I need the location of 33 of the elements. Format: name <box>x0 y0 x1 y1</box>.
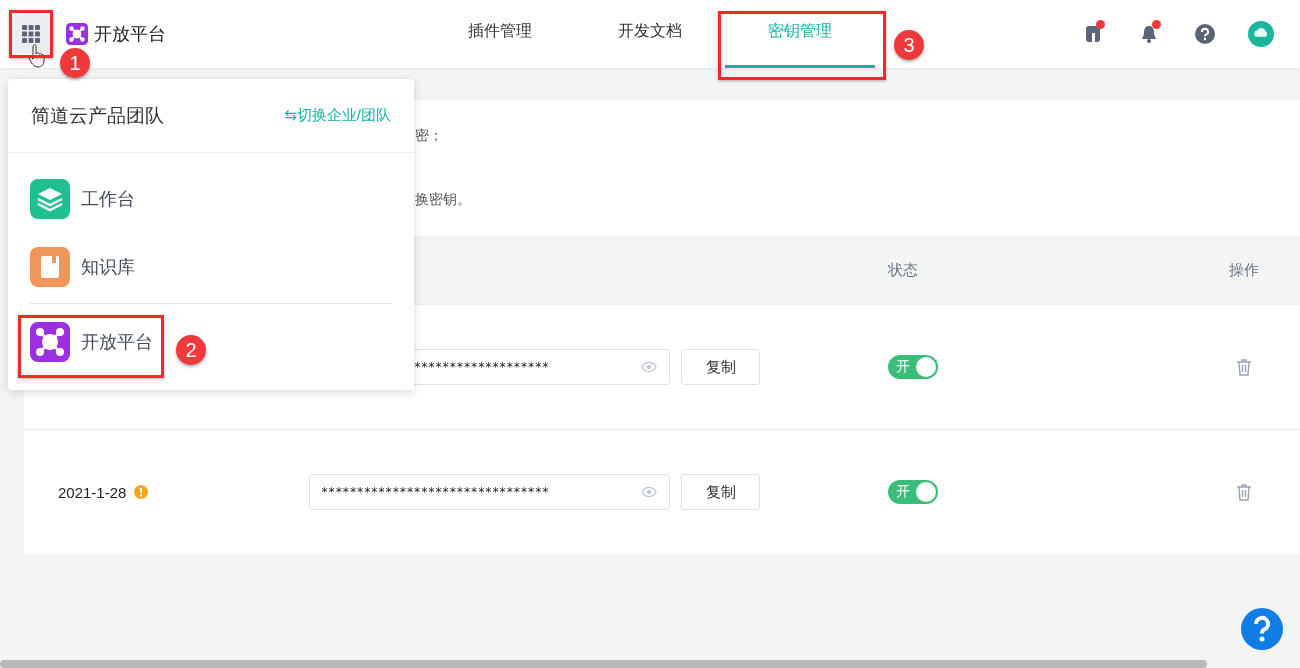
scrollbar[interactable] <box>0 660 1207 668</box>
trash-icon[interactable] <box>1236 483 1252 501</box>
bell-icon[interactable] <box>1139 24 1159 44</box>
step-badge: 1 <box>60 48 90 78</box>
avatar-icon[interactable] <box>1248 20 1274 48</box>
copy-button[interactable]: 复制 <box>681 349 760 385</box>
app-menu-item[interactable]: 知识库 <box>30 233 392 301</box>
notebook-icon[interactable] <box>1083 24 1103 44</box>
column-header: 状态 <box>888 260 919 280</box>
platform-logo-icon <box>66 23 88 45</box>
notice-text: 换密钥。 <box>415 191 472 209</box>
help-icon[interactable] <box>1241 608 1283 650</box>
nav-tab[interactable]: 插件管理 <box>425 0 575 68</box>
key-field[interactable]: ******************************** <box>309 474 670 510</box>
grid-icon <box>22 25 40 43</box>
app-name: 开放平台 <box>94 23 166 46</box>
nav-tab[interactable]: 开发文档 <box>575 0 725 68</box>
eye-icon[interactable] <box>641 486 657 498</box>
highlight-frame <box>9 10 53 58</box>
copy-button[interactable]: 复制 <box>681 474 760 510</box>
nodes-icon <box>30 322 70 362</box>
app-menu-item[interactable]: 工作台 <box>30 165 392 233</box>
team-name: 简道云产品团队 <box>31 103 164 128</box>
date-text: 2021-1-28 <box>58 483 127 501</box>
unread-dot <box>1152 20 1161 29</box>
notice-text: 密； <box>415 127 444 145</box>
eye-icon[interactable] <box>641 361 657 373</box>
help-icon[interactable] <box>1195 24 1215 44</box>
column-header: 操作 <box>1228 260 1260 280</box>
layers-icon <box>30 179 70 219</box>
trash-icon[interactable] <box>1236 358 1252 376</box>
book-icon <box>30 247 70 287</box>
unread-dot <box>1096 20 1105 29</box>
